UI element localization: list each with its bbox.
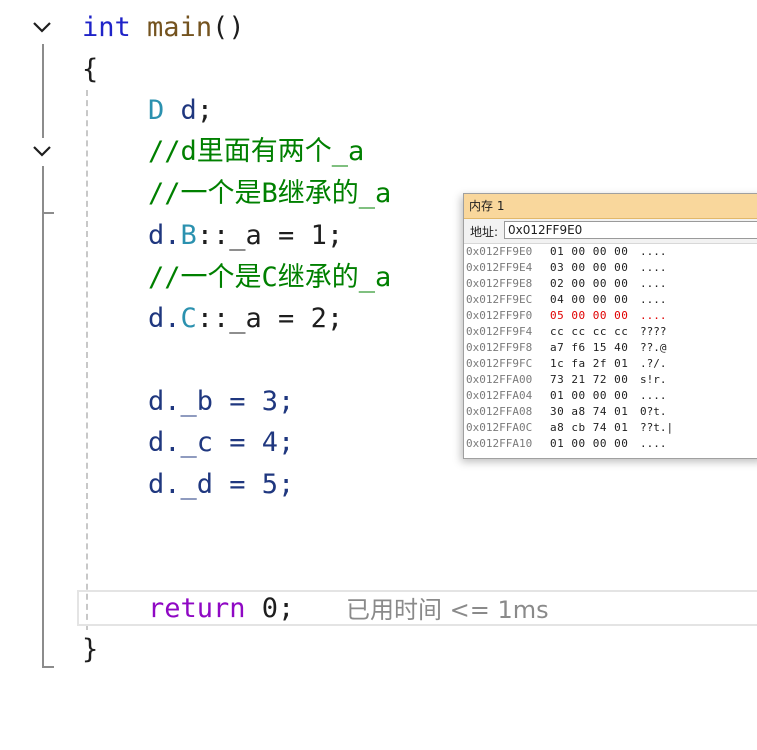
memory-ascii: .... [640,389,667,402]
parens: () [212,12,245,43]
memory-ascii: .... [640,293,667,306]
comment: //一个是C继承的_a [148,262,392,293]
memory-bytes: 1c fa 2f 01 [550,357,629,370]
memory-ascii: .... [640,261,667,274]
memory-window[interactable]: 内存 1 地址: 0x012FF9E0 0x012FF9E0 01 00 00 0… [463,193,757,459]
memory-addr: 0x012FF9F0 [466,309,533,322]
memory-addr: 0x012FF9E8 [466,277,533,290]
memory-addr: 0x012FF9F4 [466,325,533,338]
memory-bytes: 03 00 00 00 [550,261,629,274]
memory-row[interactable]: 0x012FF9FC 1c fa 2f 01 .?/. [464,356,757,372]
memory-addr: 0x012FF9F8 [466,341,533,354]
code-line-2[interactable]: { [0,50,757,90]
semicolon: ; [196,95,214,126]
code-line-11[interactable]: d._d = 5; [0,465,757,505]
memory-bytes: 30 a8 74 01 [550,405,629,418]
return-value: 0; [245,593,295,624]
memory-row[interactable]: 0x012FFA08 30 a8 74 01 0?t. [464,404,757,420]
code-line-3[interactable]: D d; [0,91,757,131]
code-line-4[interactable]: //d里面有两个_a [0,132,757,172]
memory-row[interactable]: 0x012FF9F8 a7 f6 15 40 ??.@ [464,340,757,356]
memory-ascii: ??t.| [640,421,674,434]
address-input[interactable]: 0x012FF9E0 [504,221,757,239]
assignment: d._d = 5; [148,469,295,500]
memory-row[interactable]: 0x012FF9E0 01 00 00 00.... [464,244,757,260]
memory-ascii: .... [640,437,667,450]
comment: //一个是B继承的_a [148,178,392,209]
memory-ascii: 0?t. [640,405,667,418]
object-d: d. [148,220,181,251]
variable-d: d [180,95,197,126]
memory-row[interactable]: 0x012FFA04 01 00 00 00.... [464,388,757,404]
keyword-return: return [148,593,246,624]
memory-ascii: .?/. [640,357,667,370]
memory-bytes: 01 00 00 00 [550,245,629,258]
memory-addr: 0x012FF9EC [466,293,533,306]
assignment: d._b = 3; [148,386,295,417]
scope-C: C [180,303,197,334]
memory-addr: 0x012FFA10 [466,437,533,450]
memory-rows[interactable]: 0x012FF9E0 01 00 00 00.... 0x012FF9E4 03 00… [464,244,757,456]
memory-row[interactable]: 0x012FF9F0 05 00 00 00.... [464,308,757,324]
memory-addr: 0x012FFA00 [466,373,533,386]
memory-addr: 0x012FF9E0 [466,245,533,258]
code-line-1[interactable]: int main() [0,8,757,48]
memory-row[interactable]: 0x012FF9EC 04 00 00 00.... [464,292,757,308]
memory-bytes: 01 00 00 00 [550,437,629,450]
memory-ascii: ???? [640,325,667,338]
memory-row[interactable]: 0x012FFA0C a8 cb 74 01 ??t.| [464,420,757,436]
object-d: d. [148,303,181,334]
memory-row[interactable]: 0x012FFA00 73 21 72 00 s!r. [464,372,757,388]
memory-bytes: a8 cb 74 01 [550,421,629,434]
memory-ascii: .... [640,277,667,290]
memory-bytes: 05 00 00 00 [550,309,629,322]
memory-row[interactable]: 0x012FFA10 01 00 00 00.... [464,436,757,452]
assignment: ::_a = 2; [196,303,344,334]
comment: //d里面有两个_a [148,136,365,167]
perf-tip-elapsed[interactable]: 已用时间 <= 1ms [346,592,549,628]
code-line-13[interactable]: } [0,630,757,670]
memory-row[interactable]: 0x012FF9E8 02 00 00 00.... [464,276,757,292]
memory-addr: 0x012FFA08 [466,405,533,418]
memory-addr: 0x012FF9FC [466,357,533,370]
close-brace: } [82,634,99,665]
memory-bytes: 73 21 72 00 [550,373,629,386]
memory-bytes: a7 f6 15 40 [550,341,629,354]
address-label: 地址: [470,225,499,239]
memory-row[interactable]: 0x012FF9E4 03 00 00 00.... [464,260,757,276]
memory-bytes: 02 00 00 00 [550,277,629,290]
memory-addr: 0x012FFA0C [466,421,533,434]
keyword-int: int [82,12,131,43]
memory-window-title[interactable]: 内存 1 [464,194,757,219]
memory-ascii: .... [640,309,667,322]
memory-ascii: .... [640,245,667,258]
memory-bytes: cc cc cc cc [550,325,629,338]
assignment: d._c = 4; [148,427,295,458]
memory-addr: 0x012FF9E4 [466,261,533,274]
memory-row[interactable]: 0x012FF9F4 cc cc cc cc???? [464,324,757,340]
memory-bytes: 04 00 00 00 [550,293,629,306]
memory-ascii: s!r. [640,373,667,386]
scope-B: B [180,220,197,251]
function-name: main [147,12,213,43]
memory-addr: 0x012FFA04 [466,389,533,402]
assignment: ::_a = 1; [196,220,344,251]
type-D: D [148,95,165,126]
open-brace: { [82,54,99,85]
memory-bytes: 01 00 00 00 [550,389,629,402]
memory-address-bar: 地址: 0x012FF9E0 [464,219,757,244]
memory-ascii: ??.@ [640,341,667,354]
